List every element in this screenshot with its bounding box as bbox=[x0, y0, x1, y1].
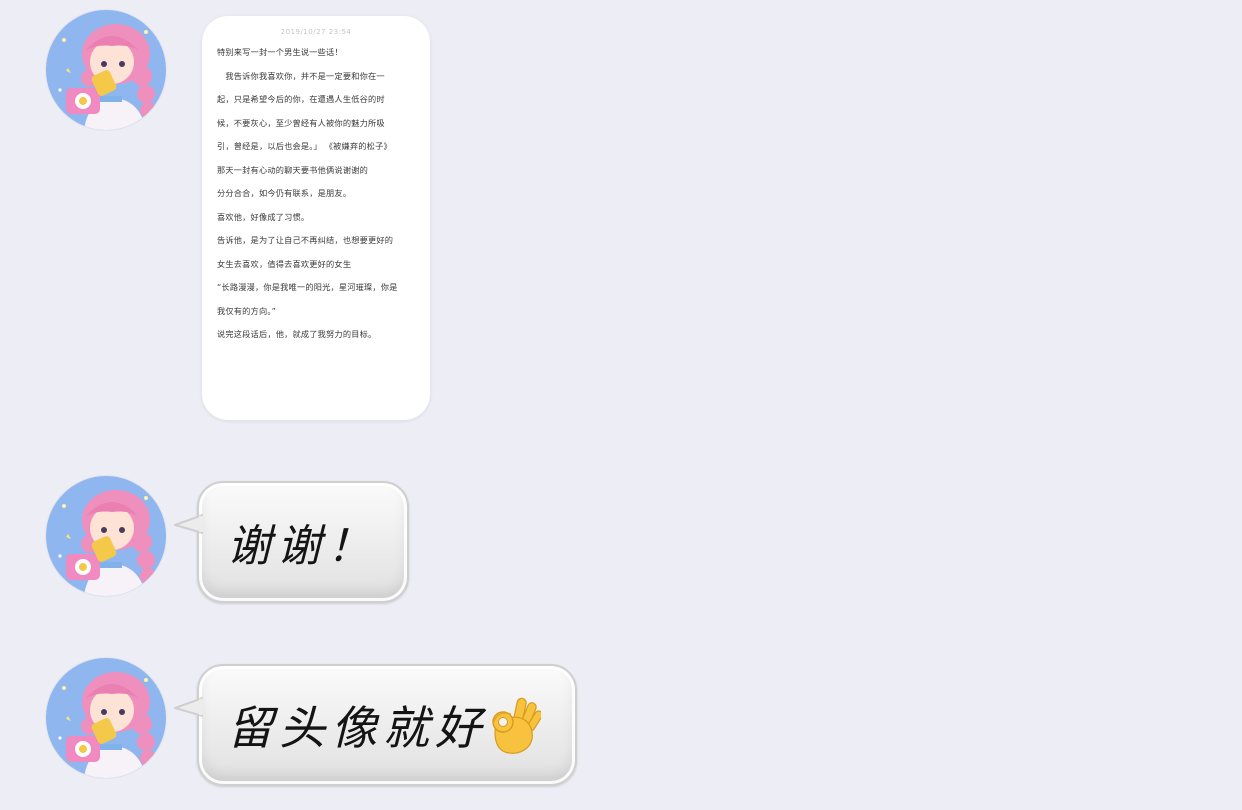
note-line: 那天一封有心动的聊天要书他俩说谢谢的 bbox=[217, 164, 368, 175]
note-timestamp: 2019/10/27 23:54 bbox=[280, 28, 352, 36]
note-line: 特别来写一封一个男生说一些话！ bbox=[217, 47, 343, 57]
note-line: 说完这段话后，他，就成了我努力的目标。 bbox=[217, 329, 377, 339]
avatar-girl-icon bbox=[46, 658, 166, 778]
note-line: 喜欢他，好像成了习惯。 bbox=[217, 211, 310, 222]
note-line: 我仅有的方向。” bbox=[217, 305, 277, 316]
avatar[interactable] bbox=[46, 10, 166, 130]
note-line: 引，曾经是，以后也会是。」 《被嫌弃的松子》 bbox=[217, 141, 392, 151]
message-text: 留头像就好 bbox=[227, 701, 487, 755]
note-line: 女生去喜欢，值得去喜欢更好的女生 bbox=[217, 258, 352, 269]
note-line: “长路漫漫，你是我唯一的阳光，星河璀璨，你是 bbox=[217, 282, 398, 292]
note-line: 候，不要灰心，至少曾经有人被你的魅力所吸 bbox=[217, 117, 385, 128]
message-bubble[interactable]: 谢谢！ bbox=[174, 481, 409, 603]
avatar-girl-icon bbox=[46, 10, 166, 130]
image-message-note[interactable]: 2019/10/27 23:54 特别来写一封一个男生说一些话！ 我告诉你我喜欢… bbox=[202, 16, 430, 420]
note-text: 特别来写一封一个男生说一些话！ 我告诉你我喜欢你，并不是一定要和你在一 起，只是… bbox=[217, 47, 416, 353]
note-line: 告诉他，是为了让自己不再纠结，也想要更好的 bbox=[217, 235, 394, 245]
avatar[interactable] bbox=[46, 476, 166, 596]
note-line: 分分合合，如今仍有联系，是朋友。 bbox=[217, 188, 352, 198]
note-line: 起，只是希望今后的你，在遭遇人生低谷的时 bbox=[217, 94, 385, 104]
message-text: 谢谢！ bbox=[227, 521, 377, 572]
message-bubble[interactable]: 留头像就好 bbox=[174, 664, 577, 786]
bubble-tail bbox=[174, 514, 203, 534]
note-line: 我告诉你我喜欢你，并不是一定要和你在一 bbox=[217, 70, 385, 81]
ok-hand-icon bbox=[492, 697, 541, 754]
bubble-tail bbox=[174, 697, 203, 717]
avatar[interactable] bbox=[46, 658, 166, 778]
avatar-girl-icon bbox=[46, 476, 166, 596]
